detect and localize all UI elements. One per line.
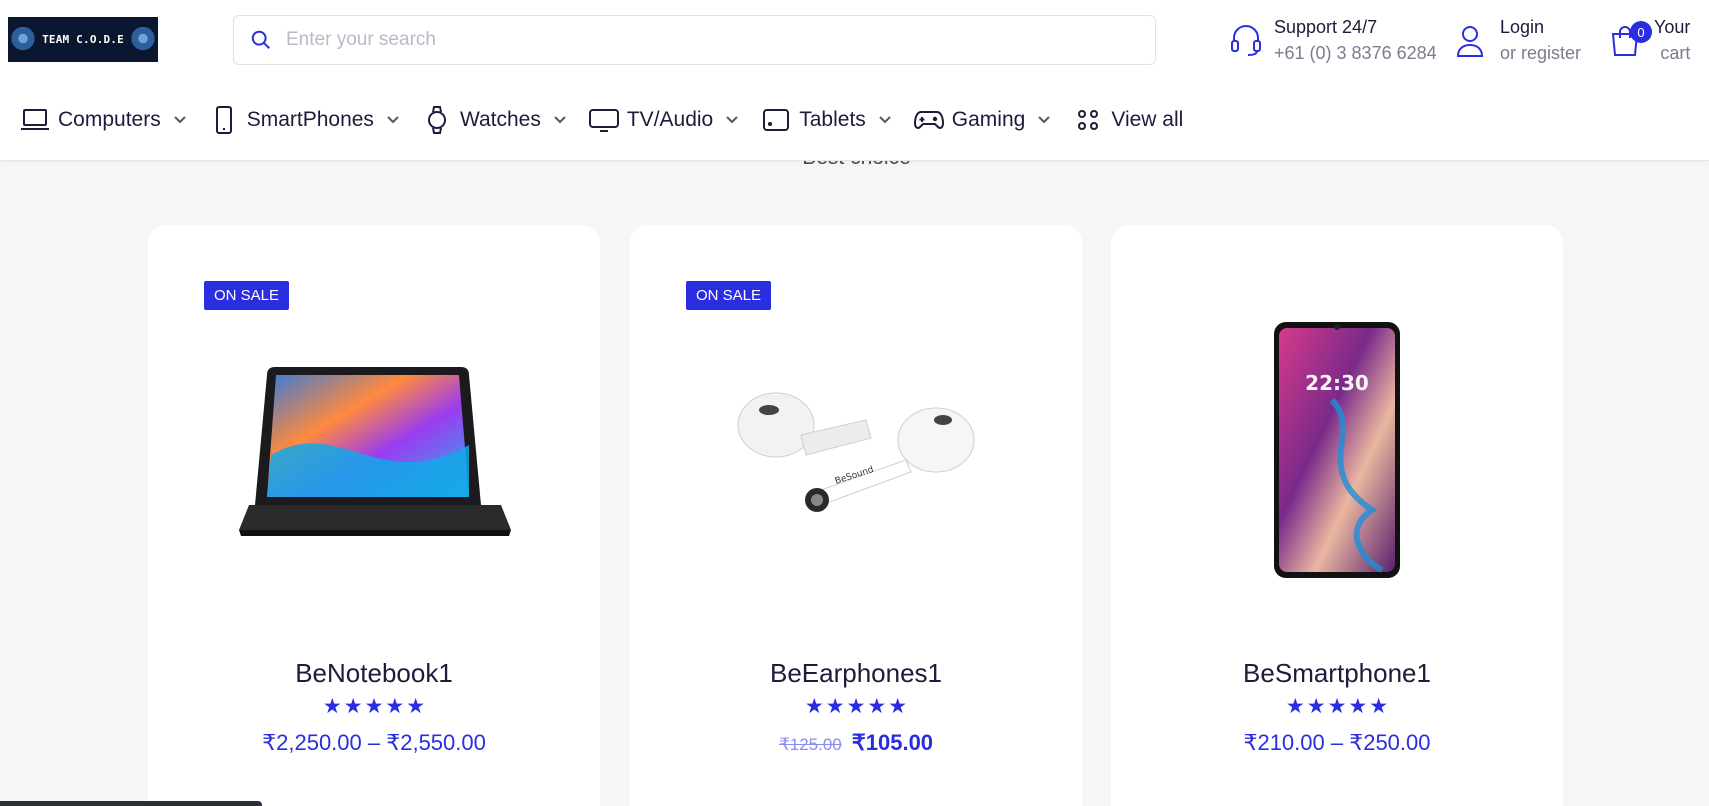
nav-label: Watches [459,108,541,131]
chevron-down-icon [726,116,738,124]
nav-item-watches[interactable]: Watches [422,105,567,135]
support-phone[interactable]: +61 (0) 3 8376 6284 [1274,40,1437,66]
laptop-icon [21,109,49,130]
cart-label-line1: Your [1654,17,1691,37]
nav-label: TV/Audio [626,108,714,131]
chevron-down-icon [1038,116,1051,124]
user-icon [1456,26,1484,57]
star-icon: ★ [385,694,405,718]
star-icon: ★ [825,694,845,718]
support-block[interactable]: Support 24/7 +61 (0) 3 8376 6284 [1228,14,1437,66]
bottom-notification-strip [0,801,262,806]
chevron-down-icon [387,116,399,124]
nav-label: Computers [58,108,161,131]
star-icon: ★ [804,694,824,718]
star-icon: ★ [888,694,908,718]
logo-emblem-left-icon [10,24,37,55]
star-icon: ★ [343,694,363,718]
logo-emblem-right-icon [129,24,156,55]
chevron-down-icon [554,116,566,124]
product-image[interactable]: BeSound [630,305,1082,595]
account-block[interactable]: Login or register [1455,14,1581,66]
logo-text: TEAM C.O.D.E [42,33,124,46]
star-icon: ★ [1369,694,1389,718]
cart-icon-wrap[interactable]: 0 [1610,21,1652,64]
old-price: ₹125.00 [778,735,842,754]
product-image[interactable] [148,305,600,595]
product-price: ₹210.00 – ₹250.00 [1243,730,1431,755]
cart-block[interactable]: 0 Your cart [1610,14,1690,66]
gamepad-icon [913,111,944,129]
product-card[interactable]: ON SALE BeSound BeEarphones1 ★ ★ ★ ★ ★ ₹125.… [630,225,1082,806]
nav-label: SmartPhones [246,108,374,131]
product-name[interactable]: BeSmartphone1 [1111,658,1563,689]
headset-icon [1231,25,1261,56]
chevron-down-icon [173,116,186,124]
phone-image: 22:30 [1274,322,1400,578]
search-input[interactable] [286,29,1136,51]
phone-screen-time: 22:30 [1305,371,1369,395]
product-price: ₹2,250.00 – ₹2,550.00 [262,730,486,755]
nav-item-gaming[interactable]: Gaming [913,105,1052,135]
search-bar [233,15,1156,65]
product-name[interactable]: BeEarphones1 [630,658,1082,689]
watch-icon [427,106,446,134]
star-rating: ★ ★ ★ ★ ★ [630,695,1082,717]
site-header: TEAM C.O.D.E Support 24/7 +61 (0) 3 8376… [0,0,1709,161]
star-icon: ★ [867,694,887,718]
login-link[interactable]: Login [1500,14,1581,40]
star-icon: ★ [1327,694,1347,718]
nav-item-computers[interactable]: Computers [20,105,187,135]
tv-icon [588,109,619,132]
chevron-down-icon [879,116,891,124]
nav-label: Tablets [799,108,866,131]
support-title: Support 24/7 [1274,17,1378,37]
search-icon[interactable] [250,29,272,51]
star-icon: ★ [364,694,384,718]
star-icon: ★ [406,694,426,718]
star-icon: ★ [322,694,342,718]
smartphone-icon [215,106,232,134]
product-card[interactable]: ON SALE BeNotebook1 ★ ★ ★ ★ ★ ₹2,250.00 – ₹2… [148,225,600,806]
cart-label-line2: cart [1660,43,1691,63]
star-icon: ★ [846,694,866,718]
nav-label: Gaming [951,108,1026,131]
nav-item-tv-audio[interactable]: TV/Audio [588,105,739,135]
nav-item-smartphones[interactable]: SmartPhones [209,105,400,135]
nav-item-view-all[interactable]: View all [1073,105,1183,135]
star-icon: ★ [1285,694,1305,718]
product-price: ₹125.00 ₹105.00 [630,730,1082,756]
category-nav: Computers SmartPhones Watches TV/Audio T… [20,100,1205,140]
earbuds-image: BeSound [737,392,975,512]
grid-icon [1078,110,1099,130]
register-link[interactable]: or register [1500,40,1581,66]
site-logo[interactable]: TEAM C.O.D.E [8,17,158,62]
product-name[interactable]: BeNotebook1 [148,658,600,689]
star-rating: ★ ★ ★ ★ ★ [1111,695,1563,717]
laptop-tablet-image [239,367,511,536]
star-rating: ★ ★ ★ ★ ★ [148,695,600,717]
tablet-icon [763,109,790,131]
product-card[interactable]: 22:30 BeSmartphone1 ★ ★ ★ ★ ★ ₹210.00 – ₹250… [1111,225,1563,806]
star-icon: ★ [1306,694,1326,718]
product-image[interactable]: 22:30 [1111,305,1563,595]
star-icon: ★ [1348,694,1368,718]
sale-price: ₹105.00 [851,730,934,755]
cart-count-badge: 0 [1630,21,1652,43]
nav-item-tablets[interactable]: Tablets [761,105,892,135]
nav-label: View all [1111,108,1184,131]
